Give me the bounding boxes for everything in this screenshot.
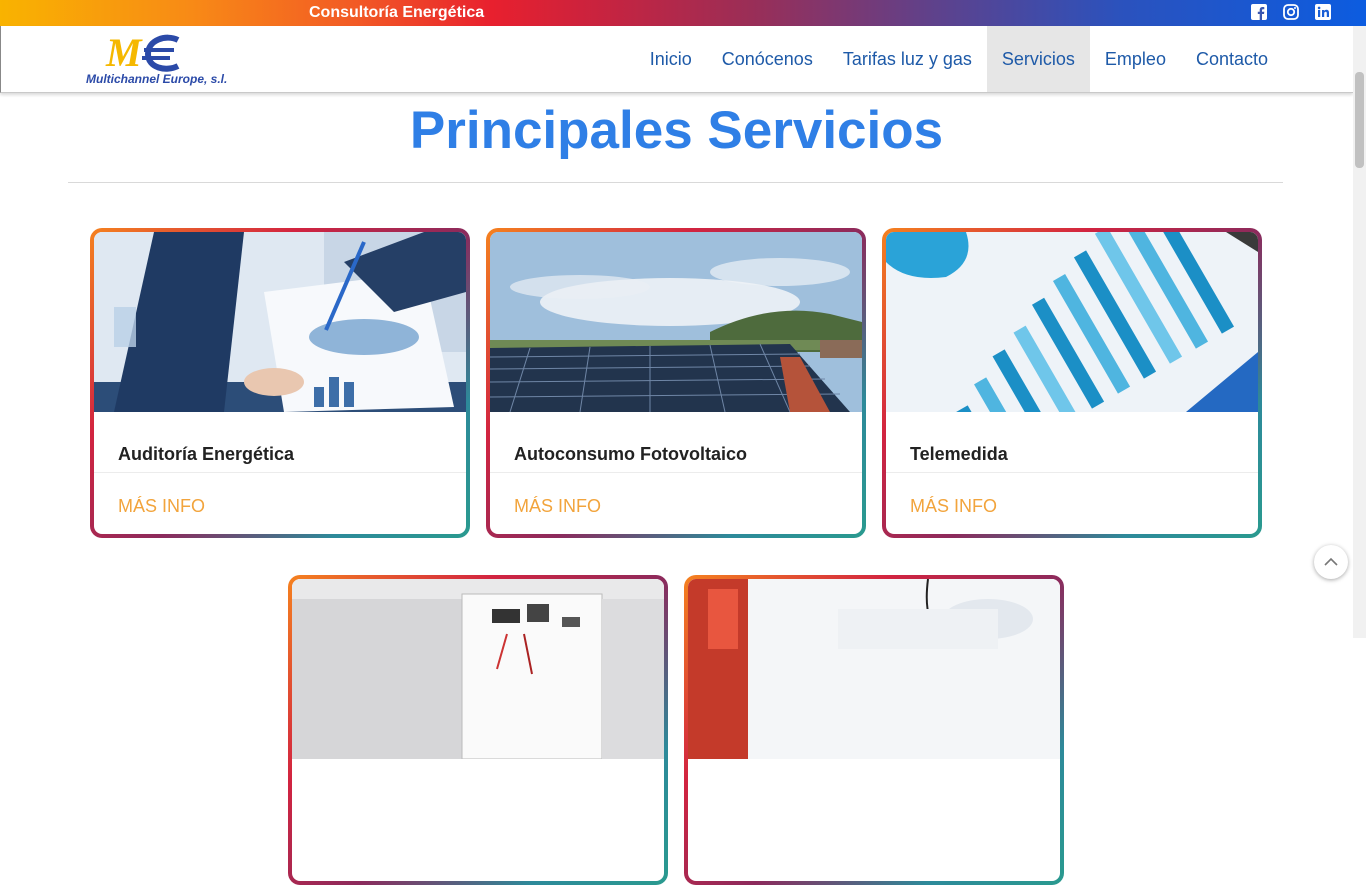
- page-scrollbar[interactable]: [1353, 26, 1366, 638]
- mas-info-link[interactable]: MÁS INFO: [118, 496, 205, 517]
- card-divider: [886, 472, 1258, 473]
- nav-item-servicios[interactable]: Servicios: [986, 26, 1090, 92]
- service-card-5[interactable]: [684, 575, 1064, 885]
- top-bar: Consultoría Energética: [0, 0, 1366, 26]
- logo-text: Multichannel Europe, s.l.: [86, 72, 228, 86]
- nav-item-contacto[interactable]: Contacto: [1181, 26, 1283, 92]
- mas-info-link[interactable]: MÁS INFO: [910, 496, 997, 517]
- nav-item-tarifas[interactable]: Tarifas luz y gas: [828, 26, 987, 92]
- nav-item-conocenos[interactable]: Conócenos: [707, 26, 828, 92]
- logo-mark: M: [105, 30, 180, 75]
- svg-text:M: M: [105, 30, 143, 74]
- service-card-telemedida[interactable]: Telemedida MÁS INFO: [882, 228, 1262, 538]
- company-logo[interactable]: M Multichannel Europe, s.l.: [86, 30, 236, 90]
- nav-item-empleo[interactable]: Empleo: [1090, 26, 1181, 92]
- card-image-telemedida: [886, 232, 1258, 412]
- linkedin-icon[interactable]: [1315, 4, 1331, 20]
- instagram-icon[interactable]: [1283, 4, 1299, 20]
- page-title: Principales Servicios: [409, 101, 944, 160]
- site-header: M Multichannel Europe, s.l. Inicio Conóc…: [0, 26, 1353, 93]
- card-title: Autoconsumo Fotovoltaico: [514, 444, 747, 464]
- divider: [68, 182, 1283, 183]
- card-image-auditoria: [94, 232, 466, 412]
- card-image-electrical-panel: [292, 579, 664, 759]
- card-title: Auditoría Energética: [118, 444, 295, 464]
- card-image-lab: [688, 579, 1060, 759]
- card-divider: [94, 472, 466, 473]
- facebook-icon[interactable]: [1251, 4, 1267, 20]
- card-divider: [490, 472, 862, 473]
- main-nav: Inicio Conócenos Tarifas luz y gas Servi…: [635, 26, 1283, 92]
- chevron-up-icon: [1324, 557, 1338, 566]
- service-card-autoconsumo[interactable]: Autoconsumo Fotovoltaico MÁS INFO: [486, 228, 866, 538]
- service-card-auditoria[interactable]: Auditoría Energética MÁS INFO: [90, 228, 470, 538]
- nav-item-inicio[interactable]: Inicio: [635, 26, 707, 92]
- back-to-top-button[interactable]: [1314, 545, 1348, 579]
- mas-info-link[interactable]: MÁS INFO: [514, 496, 601, 517]
- service-card-4[interactable]: [288, 575, 668, 885]
- card-title: Telemedida: [910, 444, 1008, 464]
- scrollbar-thumb[interactable]: [1355, 72, 1364, 168]
- topbar-title: Consultoría Energética: [309, 4, 485, 21]
- card-image-autoconsumo: [490, 232, 862, 412]
